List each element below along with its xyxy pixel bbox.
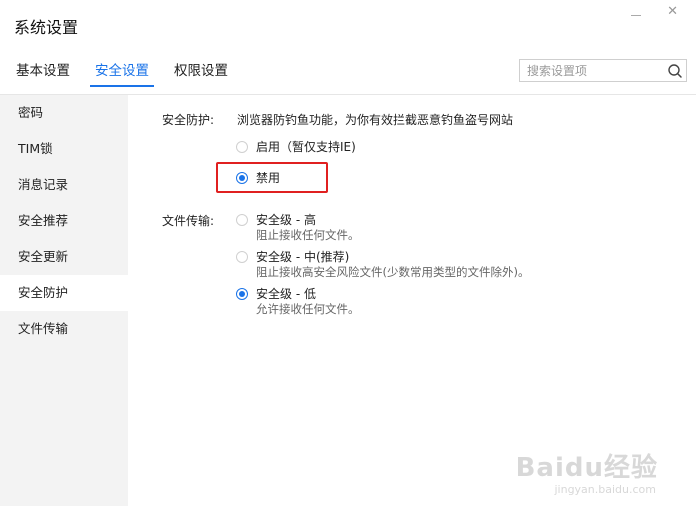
tab-permission-settings[interactable]: 权限设置 bbox=[174, 62, 228, 86]
highlight-annotation-box bbox=[216, 162, 328, 193]
radio-enable-label: 启用（暂仅支持IE) bbox=[256, 140, 356, 154]
radio-security-low-desc: 允许接收任何文件。 bbox=[256, 302, 360, 316]
sidebar-item-tim-lock[interactable]: TIM锁 bbox=[0, 131, 128, 167]
tab-basic-settings[interactable]: 基本设置 bbox=[16, 62, 70, 86]
radio-button[interactable] bbox=[236, 141, 248, 153]
sidebar-item-password[interactable]: 密码 bbox=[0, 95, 128, 131]
sidebar-item-file-transfer[interactable]: 文件传输 bbox=[0, 311, 128, 347]
radio-security-low-label: 安全级 - 低 bbox=[256, 287, 316, 301]
sidebar: 密码 TIM锁 消息记录 安全推荐 安全更新 安全防护 文件传输 bbox=[0, 95, 128, 506]
radio-security-medium-label: 安全级 - 中(推荐) bbox=[256, 250, 350, 264]
radio-security-medium[interactable]: 安全级 - 中(推荐) 阻止接收高安全风险文件(少数常用类型的文件除外)。 bbox=[236, 249, 529, 280]
sidebar-item-message-history[interactable]: 消息记录 bbox=[0, 167, 128, 203]
minimize-icon[interactable] bbox=[631, 14, 642, 16]
security-protection-description: 浏览器防钓鱼功能，为你有效拦截恶意钓鱼盗号网站 bbox=[237, 113, 514, 127]
watermark-logo: Baidu经验 bbox=[515, 453, 658, 483]
tab-security-settings[interactable]: 安全设置 bbox=[90, 62, 154, 87]
title-bar: 系统设置 ✕ bbox=[0, 0, 696, 50]
radio-security-high-label: 安全级 - 高 bbox=[256, 213, 316, 227]
security-protection-label: 安全防护: bbox=[162, 113, 215, 127]
window-title: 系统设置 bbox=[14, 18, 79, 37]
sidebar-item-security-protection[interactable]: 安全防护 bbox=[0, 275, 128, 311]
radio-button-checked[interactable] bbox=[236, 288, 248, 300]
settings-window: 系统设置 ✕ 基本设置 安全设置 权限设置 密码 TIM锁 消息记录 安全推荐 … bbox=[0, 0, 696, 506]
radio-security-high[interactable]: 安全级 - 高 阻止接收任何文件。 bbox=[236, 212, 360, 243]
radio-security-high-desc: 阻止接收任何文件。 bbox=[256, 228, 360, 242]
radio-button[interactable] bbox=[236, 251, 248, 263]
settings-content: 安全防护: 浏览器防钓鱼功能，为你有效拦截恶意钓鱼盗号网站 启用（暂仅支持IE)… bbox=[128, 95, 696, 506]
radio-button[interactable] bbox=[236, 214, 248, 226]
sidebar-item-security-update[interactable]: 安全更新 bbox=[0, 239, 128, 275]
sidebar-item-security-recommend[interactable]: 安全推荐 bbox=[0, 203, 128, 239]
radio-security-low[interactable]: 安全级 - 低 允许接收任何文件。 bbox=[236, 286, 360, 317]
radio-security-medium-desc: 阻止接收高安全风险文件(少数常用类型的文件除外)。 bbox=[256, 265, 530, 279]
radio-enable[interactable]: 启用（暂仅支持IE) bbox=[236, 139, 356, 155]
search-box bbox=[519, 59, 687, 82]
file-transfer-label: 文件传输: bbox=[162, 214, 215, 228]
search-icon[interactable] bbox=[667, 63, 683, 79]
window-controls: ✕ bbox=[631, 5, 678, 18]
watermark-url: jingyan.baidu.com bbox=[554, 483, 656, 496]
search-input[interactable] bbox=[520, 60, 665, 82]
close-icon[interactable]: ✕ bbox=[667, 5, 678, 18]
